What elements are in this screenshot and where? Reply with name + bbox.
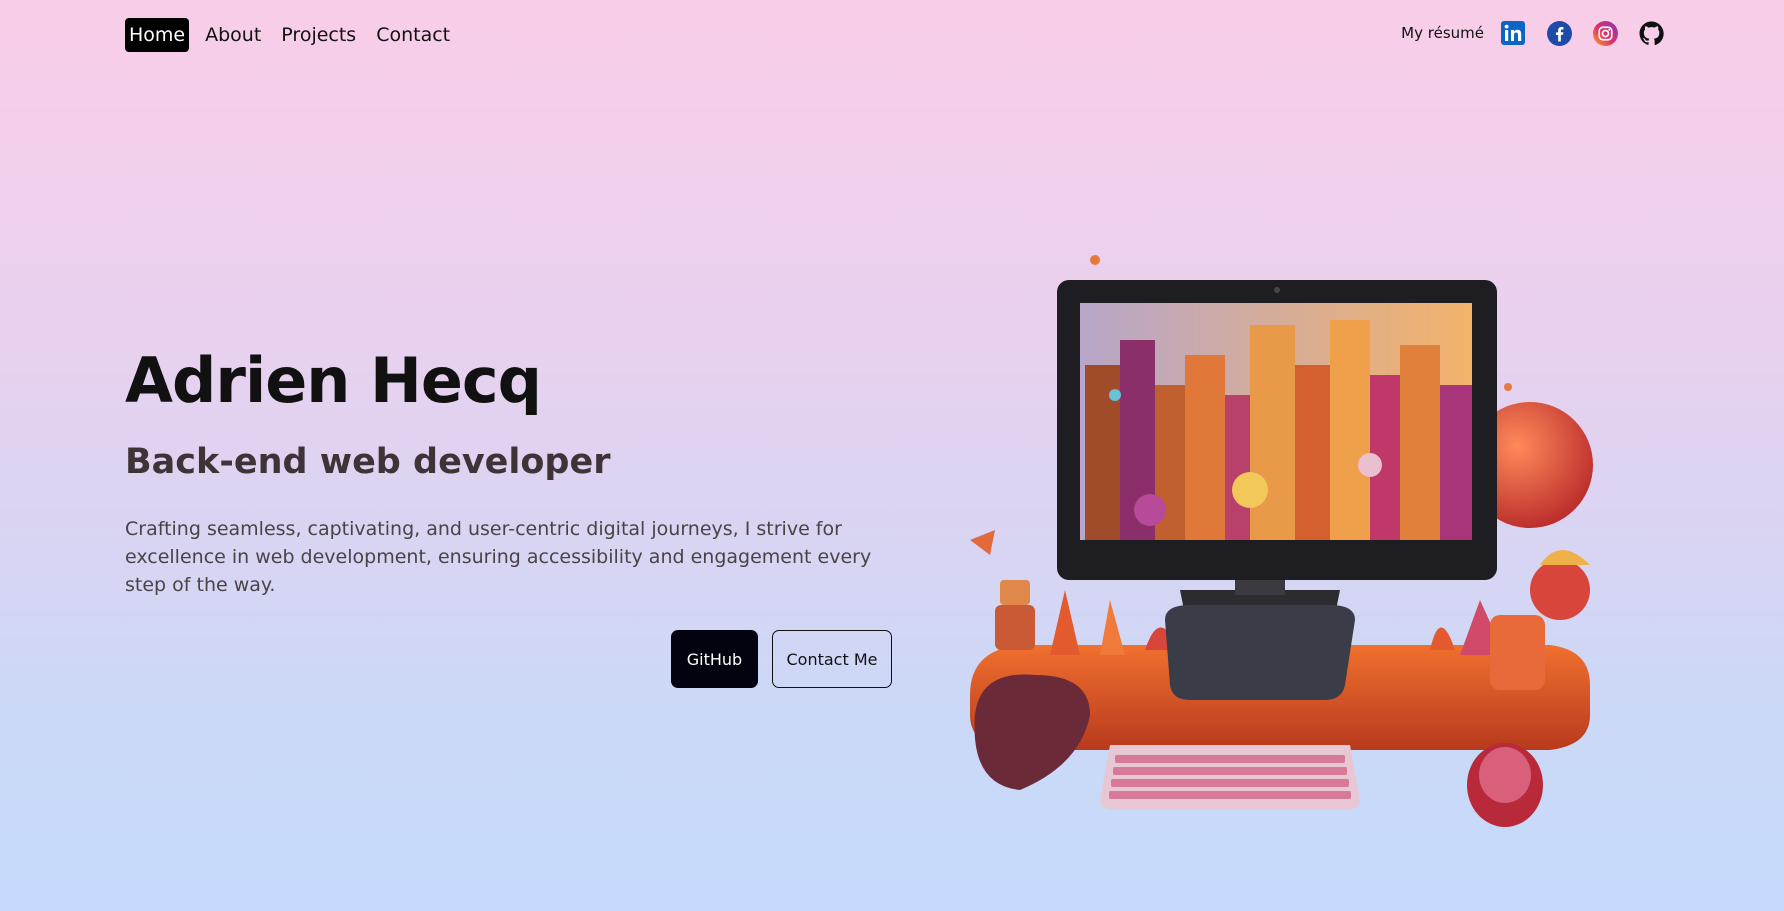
hero-illustration — [950, 245, 1640, 835]
hero-name: Adrien Hecq — [125, 344, 542, 417]
linkedin-icon[interactable] — [1500, 20, 1526, 46]
hero-description: Crafting seamless, captivating, and user… — [125, 518, 872, 596]
resume-link[interactable]: My résumé — [1401, 24, 1484, 42]
facebook-icon[interactable] — [1546, 20, 1572, 46]
monitor-stand — [1165, 605, 1355, 700]
nav-about[interactable]: About — [201, 18, 265, 52]
nav-contact[interactable]: Contact — [372, 18, 454, 52]
main-nav: Home About Projects Contact — [125, 18, 454, 52]
nav-home[interactable]: Home — [125, 18, 190, 52]
hero-role: Back-end web developer — [125, 442, 611, 482]
github-button[interactable]: GitHub — [671, 630, 758, 688]
instagram-icon[interactable] — [1592, 20, 1618, 46]
social-links: My résumé — [1401, 20, 1664, 46]
keyboard — [1100, 745, 1360, 810]
contact-me-button[interactable]: Contact Me — [772, 630, 892, 688]
github-icon[interactable] — [1638, 20, 1664, 46]
nav-projects[interactable]: Projects — [277, 18, 360, 52]
